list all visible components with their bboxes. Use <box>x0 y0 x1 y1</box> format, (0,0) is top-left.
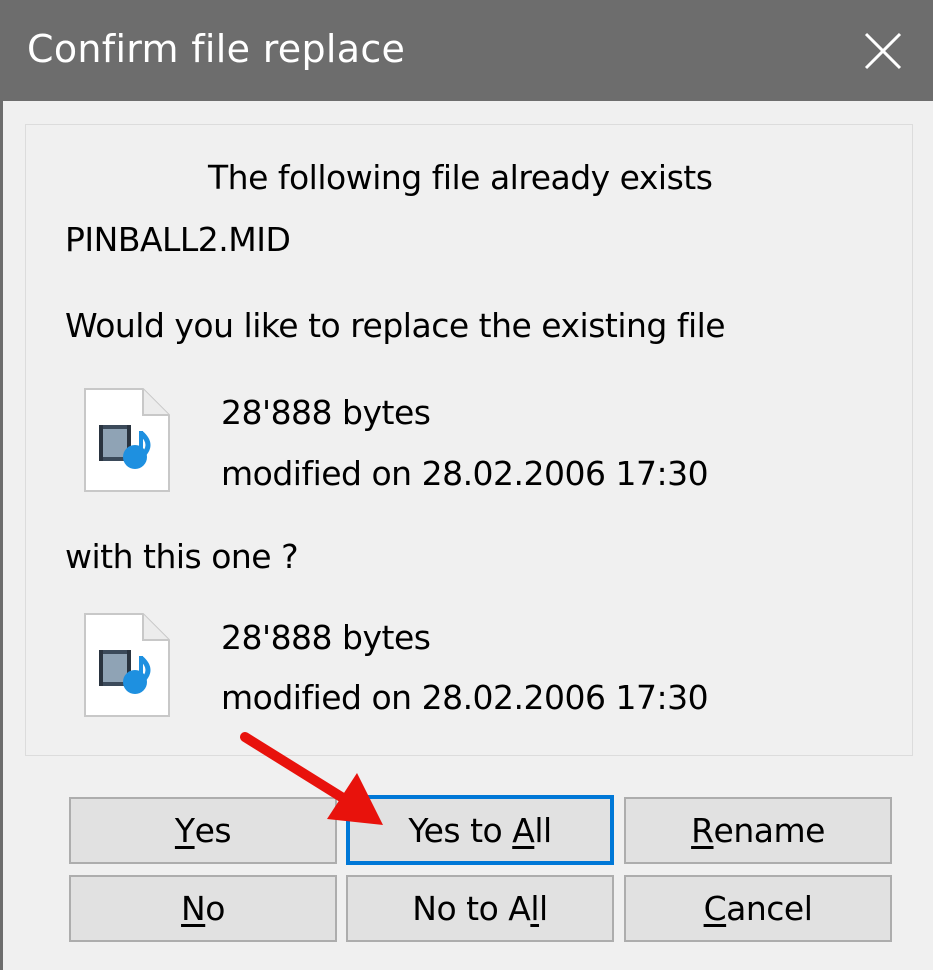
yes-to-all-rest: ll <box>534 810 552 850</box>
filename-text: PINBALL2.MID <box>65 220 291 259</box>
cancel-button[interactable]: Cancel <box>624 875 892 942</box>
media-file-icon <box>84 388 170 492</box>
title-bar[interactable]: Confirm file replace <box>3 0 933 101</box>
close-button[interactable] <box>832 0 933 101</box>
new-file-size: 28'888 bytes <box>221 618 431 657</box>
no-to-all-rest: l <box>539 889 548 928</box>
confirm-file-replace-dialog: Confirm file replace The following file … <box>0 0 933 970</box>
existing-file-size: 28'888 bytes <box>221 393 431 432</box>
replace-question-text: Would you like to replace the existing f… <box>65 306 726 345</box>
red-arrow-icon <box>240 732 383 825</box>
media-file-icon <box>84 613 170 717</box>
cancel-mnemonic: C <box>703 889 727 928</box>
no-to-all-prefix: No to A <box>412 889 531 928</box>
already-exists-text: The following file already exists <box>208 158 713 197</box>
no-button[interactable]: No <box>69 875 337 942</box>
yes-label-rest: es <box>194 811 232 850</box>
yes-to-all-prefix: Yes to <box>408 810 513 850</box>
yes-mnemonic: Y <box>174 811 195 850</box>
rename-label-rest: ename <box>713 811 826 850</box>
cancel-label-rest: ancel <box>726 889 813 928</box>
yes-to-all-mnemonic: A <box>512 810 535 850</box>
no-to-all-button[interactable]: No to All <box>346 875 614 942</box>
close-icon <box>864 32 901 69</box>
existing-file-modified: modified on 28.02.2006 17:30 <box>221 454 709 493</box>
new-file-modified: modified on 28.02.2006 17:30 <box>221 678 709 717</box>
no-mnemonic: N <box>181 889 206 928</box>
no-label-rest: o <box>205 889 225 928</box>
with-this-text: with this one ? <box>65 537 299 576</box>
window-title: Confirm file replace <box>27 27 406 71</box>
no-to-all-mnemonic: l <box>530 889 540 928</box>
rename-button[interactable]: Rename <box>624 797 892 864</box>
rename-mnemonic: R <box>691 811 714 850</box>
